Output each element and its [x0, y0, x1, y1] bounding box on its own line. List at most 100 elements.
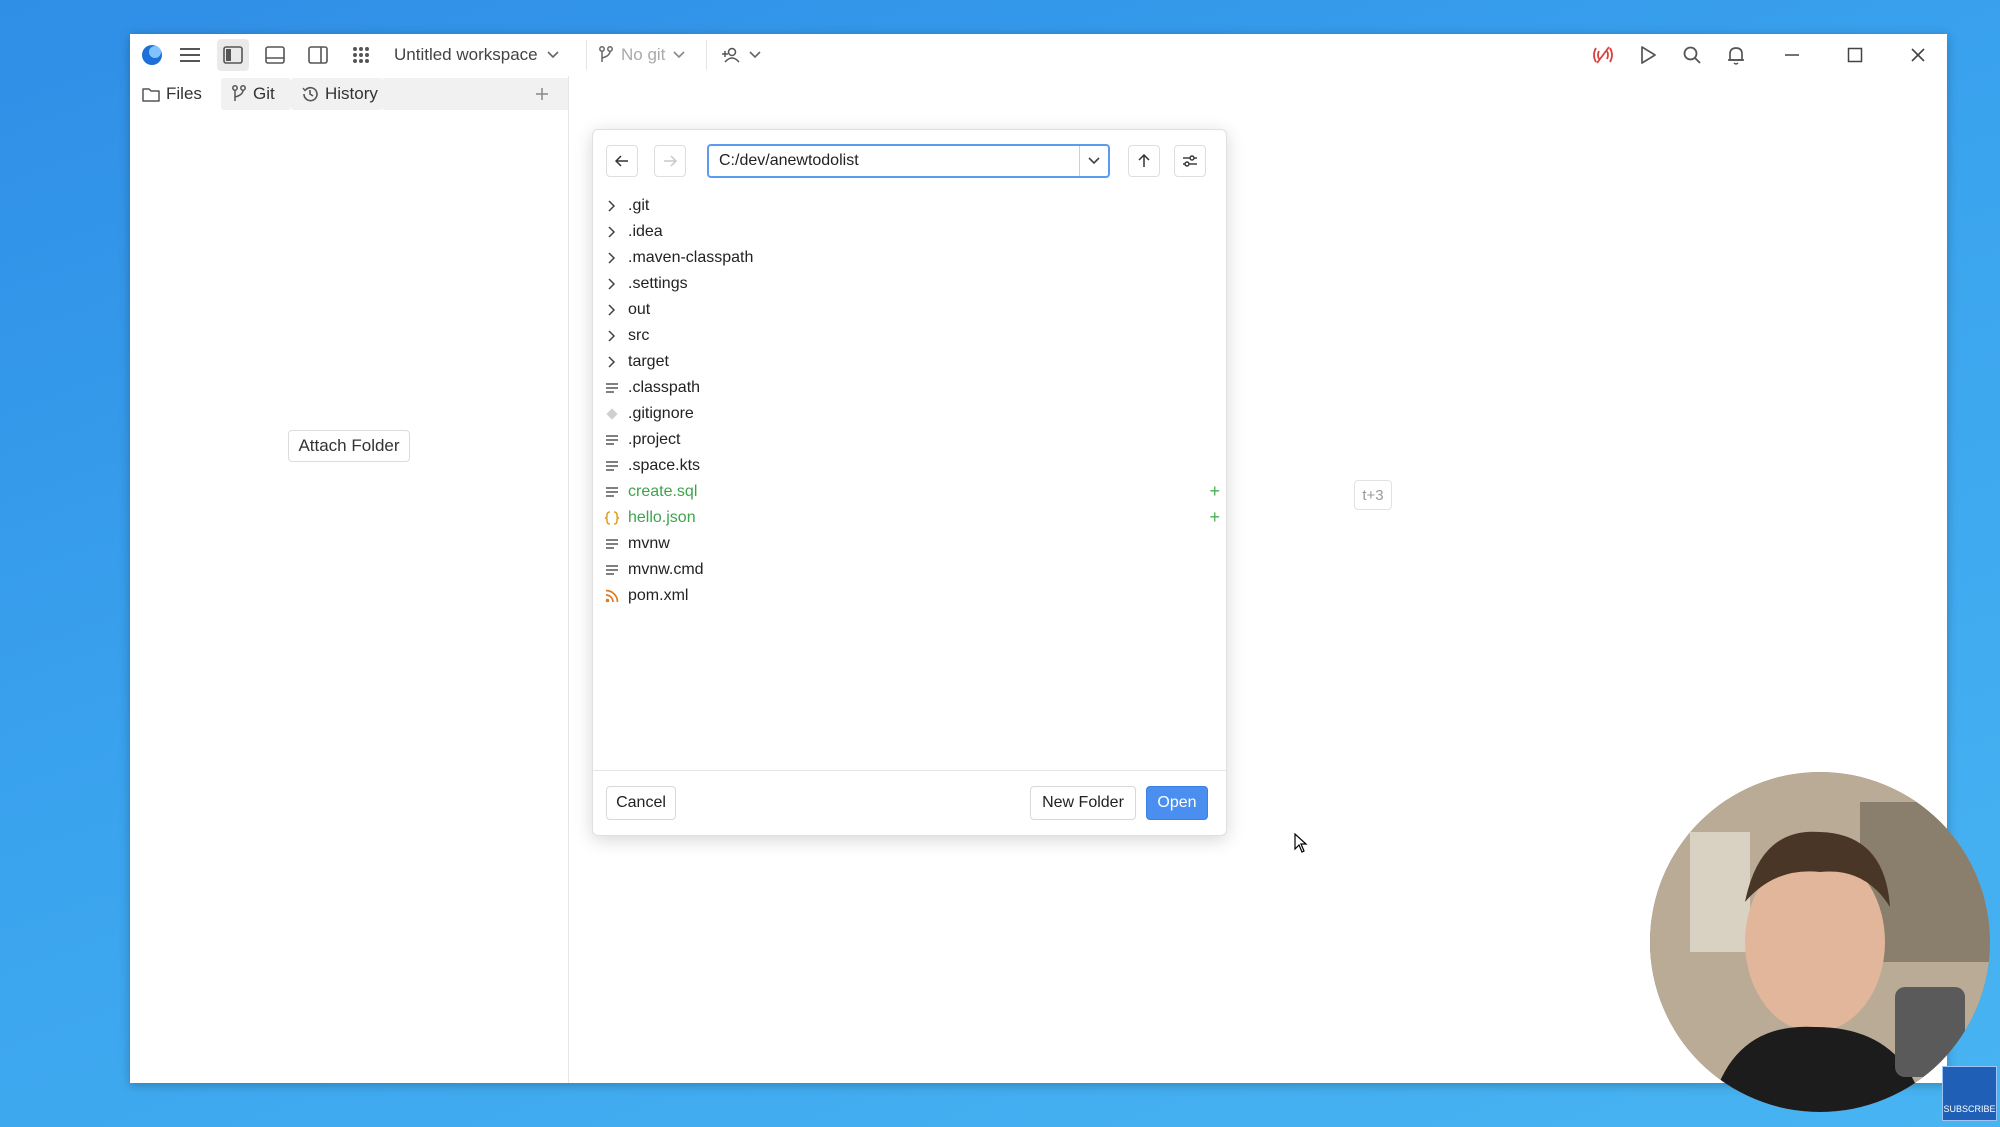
chevron-down-icon	[547, 51, 559, 59]
folder-icon	[142, 87, 160, 102]
chevron-down-icon	[673, 51, 685, 59]
arrow-up-icon	[1138, 154, 1150, 167]
chevron-right-icon	[605, 355, 619, 369]
tab-git[interactable]: Git	[221, 78, 291, 110]
git-branch-icon	[599, 46, 613, 62]
json-file-icon	[605, 511, 619, 525]
toggle-right-panel-icon[interactable]	[302, 34, 334, 76]
webcam-overlay	[1650, 772, 1990, 1112]
workspace-label: Untitled workspace	[394, 45, 538, 64]
text-file-icon	[605, 459, 619, 473]
tree-item[interactable]: target	[593, 349, 1226, 375]
tree-item[interactable]: .space.kts	[593, 453, 1226, 479]
git-branch-icon	[232, 85, 246, 101]
tree-item-name: .classpath	[628, 379, 701, 396]
tree-item[interactable]: .project	[593, 427, 1226, 453]
gitignore-file-icon	[605, 407, 619, 421]
added-plus-icon: +	[1209, 507, 1220, 527]
xml-rss-file-icon	[605, 589, 619, 603]
attach-folder-button[interactable]: Attach Folder	[288, 430, 410, 462]
text-file-icon	[605, 485, 619, 499]
tree-item-name: .maven-classpath	[628, 249, 754, 266]
notifications-bell-icon[interactable]	[1720, 34, 1752, 76]
open-button[interactable]: Open	[1146, 786, 1208, 820]
toggle-bottom-panel-icon[interactable]	[259, 34, 291, 76]
git-selector[interactable]: No git	[598, 34, 698, 76]
tab-git-label: Git	[253, 84, 275, 103]
chevron-right-icon	[605, 329, 619, 343]
tree-item[interactable]: create.sql +	[593, 479, 1226, 505]
tree-item-name: .settings	[628, 275, 688, 292]
dialog-footer: Cancel New Folder Open	[593, 770, 1226, 836]
tree-item-name: target	[628, 353, 669, 370]
tree-item[interactable]: out	[593, 297, 1226, 323]
search-icon[interactable]	[1676, 34, 1708, 76]
add-tab-button[interactable]	[533, 78, 557, 110]
tree-item[interactable]: .settings	[593, 271, 1226, 297]
view-options-button[interactable]	[1174, 145, 1206, 177]
broadcast-off-icon[interactable]	[1587, 34, 1619, 76]
back-button[interactable]	[606, 145, 638, 177]
tree-item[interactable]: hello.json +	[593, 505, 1226, 531]
text-file-icon	[605, 381, 619, 395]
apps-grid-icon[interactable]	[345, 34, 377, 76]
history-icon	[302, 86, 318, 102]
tree-item-name: .git	[628, 197, 650, 214]
path-input[interactable]: C:/dev/anewtodolist	[707, 144, 1110, 178]
tree-item[interactable]: mvnw.cmd	[593, 557, 1226, 583]
forward-button[interactable]	[654, 145, 686, 177]
parent-folder-button[interactable]	[1128, 145, 1160, 177]
mouse-cursor-icon	[1294, 832, 1308, 858]
chevron-right-icon	[605, 251, 619, 265]
maximize-window-icon[interactable]	[1835, 34, 1875, 76]
tree-item[interactable]: .maven-classpath	[593, 245, 1226, 271]
toggle-left-panel-icon[interactable]	[217, 39, 249, 71]
cancel-button[interactable]: Cancel	[606, 786, 676, 820]
tab-history[interactable]: History	[291, 78, 383, 110]
tree-item-name: .space.kts	[628, 457, 701, 474]
tree-item-name: out	[628, 301, 651, 318]
path-value: C:/dev/anewtodolist	[719, 152, 859, 169]
tree-item-name: .idea	[628, 223, 663, 240]
minimize-window-icon[interactable]	[1772, 34, 1812, 76]
tree-item[interactable]: src	[593, 323, 1226, 349]
add-collaborator-button[interactable]	[716, 34, 766, 76]
open-folder-dialog: C:/dev/anewtodolist .git .idea .maven-cl…	[592, 129, 1227, 836]
main-menu-icon[interactable]	[174, 34, 206, 76]
tree-item-name: mvnw.cmd	[628, 561, 704, 578]
tree-item[interactable]: .classpath	[593, 375, 1226, 401]
arrow-left-icon	[615, 155, 628, 167]
tree-item-name: src	[628, 327, 650, 344]
added-plus-icon: +	[1209, 481, 1220, 501]
tab-files-label: Files	[166, 84, 202, 103]
chevron-right-icon	[605, 277, 619, 291]
tree-item[interactable]: pom.xml	[593, 583, 1226, 609]
tree-item-name: pom.xml	[628, 587, 689, 604]
chevron-right-icon	[605, 225, 619, 239]
chevron-down-icon	[749, 51, 761, 59]
app-logo-icon[interactable]	[136, 34, 168, 76]
run-icon[interactable]	[1632, 34, 1664, 76]
path-dropdown-button[interactable]	[1079, 146, 1108, 176]
text-file-icon	[605, 433, 619, 447]
tree-item[interactable]: .git	[593, 193, 1226, 219]
sidebar-tabs: Files Git History	[130, 76, 568, 112]
title-bar: Untitled workspace No git	[130, 34, 1947, 76]
shortcut-hint: t+3	[1354, 480, 1392, 510]
settings-sliders-icon	[1183, 155, 1197, 167]
new-folder-button[interactable]: New Folder	[1030, 786, 1136, 820]
workspace-selector[interactable]: Untitled workspace	[394, 34, 574, 76]
text-file-icon	[605, 563, 619, 577]
close-window-icon[interactable]	[1898, 34, 1938, 76]
subscribe-badge[interactable]: SUBSCRIBE	[1942, 1066, 1997, 1121]
tab-files[interactable]: Files	[138, 78, 218, 110]
tree-item[interactable]: .idea	[593, 219, 1226, 245]
arrow-right-icon	[664, 155, 677, 167]
tree-item-name: .gitignore	[628, 405, 694, 422]
text-file-icon	[605, 537, 619, 551]
chevron-right-icon	[605, 199, 619, 213]
tree-item-name: create.sql	[628, 483, 698, 500]
tree-item[interactable]: .gitignore	[593, 401, 1226, 427]
tree-item[interactable]: mvnw	[593, 531, 1226, 557]
tree-item-name: .project	[628, 431, 681, 448]
